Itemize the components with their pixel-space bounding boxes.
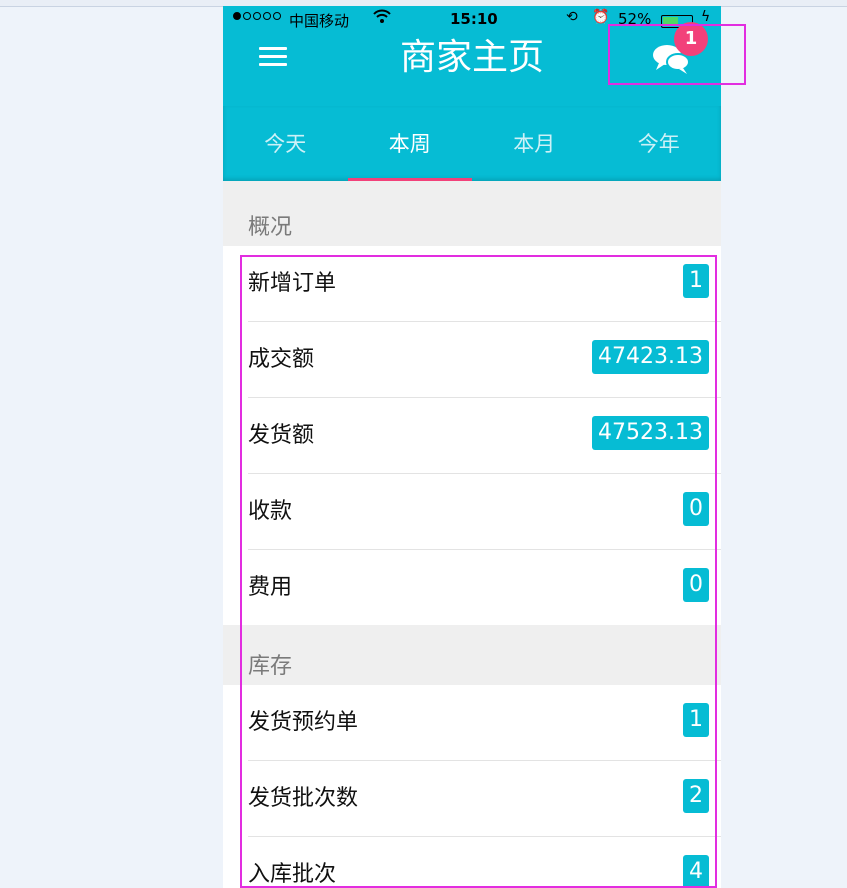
list-item[interactable]: 成交额 47423.13 — [248, 322, 721, 398]
item-value-badge: 47523.13 — [592, 416, 709, 450]
charging-icon: ϟ — [701, 9, 711, 25]
orientation-lock-icon: ⟲ — [566, 9, 578, 25]
period-tabs: 今天 本周 本月 今年 — [223, 106, 721, 181]
item-label: 新增订单 — [248, 271, 337, 296]
item-label: 成交额 — [248, 347, 315, 372]
section-title-overview: 概况 — [248, 215, 293, 240]
overview-list: 新增订单 1 成交额 47423.13 发货额 47523.13 收款 0 费用… — [223, 246, 721, 625]
status-bar: 中国移动 15:10 ⟲ ⏰ 52% ϟ — [223, 6, 721, 34]
item-value-badge: 47423.13 — [592, 340, 709, 374]
list-item[interactable]: 发货预约单 1 — [248, 685, 721, 761]
tab-this-year[interactable]: 今年 — [597, 106, 722, 181]
alarm-icon: ⏰ — [592, 9, 610, 25]
notification-badge: 1 — [674, 22, 708, 56]
tab-this-week[interactable]: 本周 — [347, 106, 473, 181]
item-label: 发货预约单 — [248, 710, 359, 735]
list-item[interactable]: 发货额 47523.13 — [248, 398, 721, 474]
item-label: 收款 — [248, 499, 293, 524]
item-value-badge: 1 — [683, 264, 709, 298]
list-item[interactable]: 新增订单 1 — [248, 246, 721, 322]
battery-percent: 52% — [618, 10, 652, 28]
item-value-badge: 0 — [683, 568, 709, 602]
item-label: 入库批次 — [248, 862, 337, 887]
page-title: 商家主页 — [399, 37, 544, 78]
clock: 15:10 — [450, 10, 498, 28]
list-item[interactable]: 发货批次数 2 — [248, 761, 721, 837]
item-label: 发货批次数 — [248, 786, 359, 811]
item-value-badge: 4 — [683, 855, 709, 888]
item-label: 费用 — [248, 575, 293, 600]
tab-this-month[interactable]: 本月 — [472, 106, 597, 181]
wifi-icon — [373, 8, 391, 28]
carrier-name: 中国移动 — [289, 12, 350, 30]
app-header: 中国移动 15:10 ⟲ ⏰ 52% ϟ 商家主页 1 — [223, 6, 721, 106]
item-value-badge: 2 — [683, 779, 709, 813]
item-label: 发货额 — [248, 423, 315, 448]
signal-strength-icon — [233, 12, 281, 20]
item-value-badge: 0 — [683, 492, 709, 526]
list-item[interactable]: 入库批次 4 — [248, 837, 721, 888]
item-value-badge: 1 — [683, 703, 709, 737]
tab-today[interactable]: 今天 — [223, 106, 348, 181]
list-item[interactable]: 费用 0 — [248, 550, 721, 625]
list-item[interactable]: 收款 0 — [248, 474, 721, 550]
section-title-inventory: 库存 — [248, 654, 293, 679]
phone-screen: 中国移动 15:10 ⟲ ⏰ 52% ϟ 商家主页 1 今天 本周 本月 今年 … — [223, 6, 721, 888]
inventory-list: 发货预约单 1 发货批次数 2 入库批次 4 — [223, 685, 721, 888]
